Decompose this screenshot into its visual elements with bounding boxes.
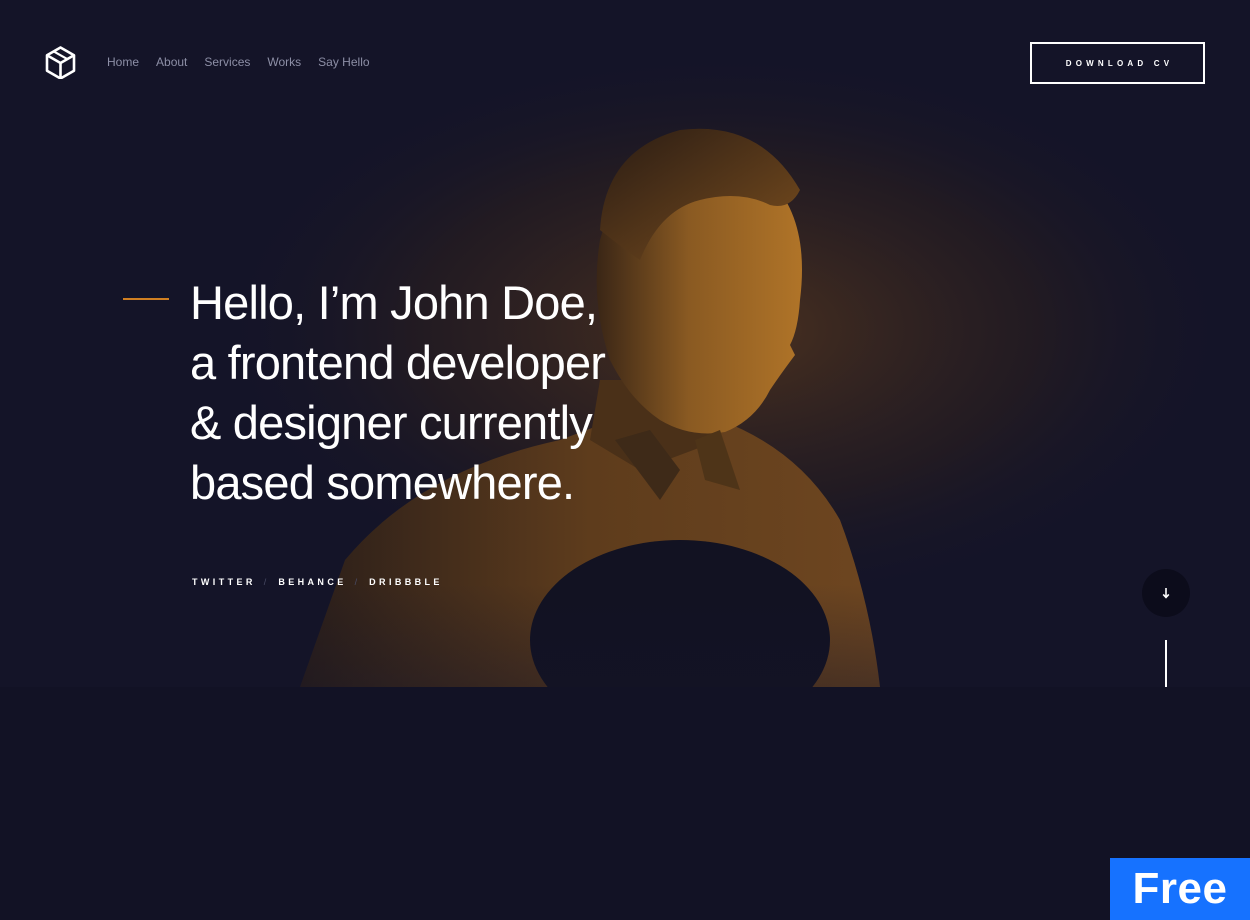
behance-link[interactable]: BEHANCE: [278, 577, 346, 587]
headline-line: a frontend developer: [190, 336, 606, 389]
main-nav: Home About Services Works Say Hello: [107, 55, 387, 69]
headline-line: Hello, I’m John Doe,: [190, 276, 598, 329]
scroll-indicator-line: [1165, 640, 1167, 687]
social-separator: /: [354, 577, 358, 587]
hero-headline: Hello, I’m John Doe, a frontend develope…: [190, 273, 750, 513]
nav-item-about[interactable]: About: [156, 55, 187, 69]
social-separator: /: [263, 577, 267, 587]
page: Home About Services Works Say Hello DOWN…: [0, 0, 1250, 920]
dribbble-link[interactable]: DRIBBBLE: [369, 577, 443, 587]
headline-accent-line: [123, 298, 169, 300]
hexagon-cube-logo-icon[interactable]: [44, 46, 77, 79]
scroll-down-button[interactable]: [1142, 569, 1190, 617]
twitter-link[interactable]: TWITTER: [192, 577, 256, 587]
nav-item-services[interactable]: Services: [204, 55, 250, 69]
hero-section: Home About Services Works Say Hello DOWN…: [0, 0, 1250, 687]
nav-item-works[interactable]: Works: [267, 55, 301, 69]
headline-line: based somewhere.: [190, 456, 575, 509]
nav-item-say-hello[interactable]: Say Hello: [318, 55, 369, 69]
arrow-down-icon: [1162, 588, 1170, 599]
site-header: Home About Services Works Say Hello DOWN…: [0, 0, 1250, 125]
social-links: TWITTER / BEHANCE / DRIBBBLE: [192, 577, 443, 587]
download-cv-button[interactable]: DOWNLOAD CV: [1030, 42, 1205, 84]
headline-line: & designer currently: [190, 396, 593, 449]
nav-item-home[interactable]: Home: [107, 55, 139, 69]
free-badge: Free: [1110, 858, 1250, 920]
